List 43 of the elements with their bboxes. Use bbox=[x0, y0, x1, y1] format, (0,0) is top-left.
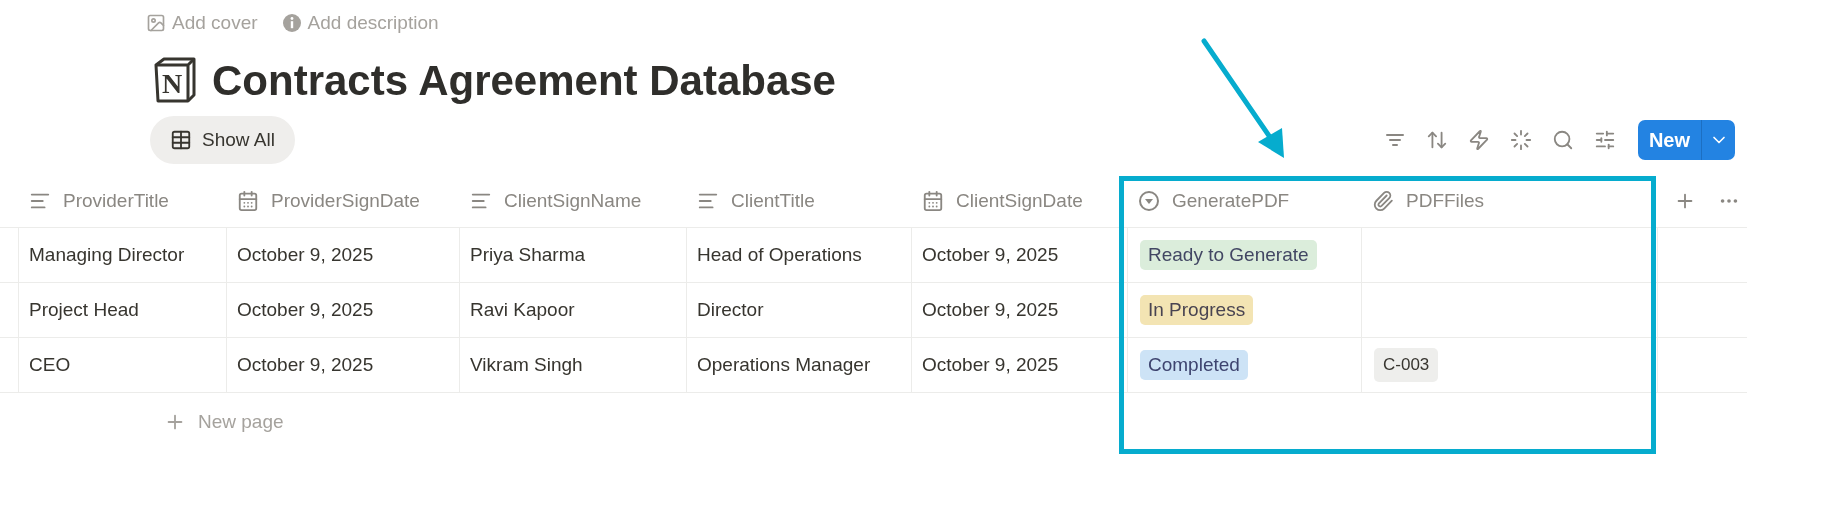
column-header[interactable]: PDFFiles bbox=[1362, 175, 1658, 227]
column-header[interactable]: ProviderTitle bbox=[19, 175, 227, 227]
page-action[interactable]: Add cover bbox=[172, 8, 258, 38]
image-icon bbox=[146, 13, 166, 33]
table-icon bbox=[170, 129, 192, 151]
table-cell-text: Managing Director bbox=[29, 242, 185, 267]
table-cell-text: October 9, 2025 bbox=[237, 297, 374, 322]
table-cell-text: October 9, 2025 bbox=[237, 352, 374, 377]
column-header[interactable]: ClientSignDate bbox=[912, 175, 1128, 227]
table-cell-text: October 9, 2025 bbox=[922, 352, 1059, 377]
table-cell-text: Project Head bbox=[29, 297, 139, 322]
settings-icon[interactable] bbox=[1593, 129, 1616, 151]
lightning-icon[interactable] bbox=[1467, 129, 1490, 151]
calendar-icon bbox=[922, 190, 944, 212]
paperclip-icon bbox=[1372, 190, 1394, 212]
page-title: Contracts Agreement Database bbox=[212, 55, 836, 106]
status-tag: Ready to Generate bbox=[1140, 240, 1317, 270]
status-tag: Completed bbox=[1140, 350, 1248, 380]
new-row-button[interactable]: New page bbox=[198, 407, 284, 437]
column-header[interactable]: GeneratePDF bbox=[1128, 175, 1362, 227]
search-icon[interactable] bbox=[1551, 129, 1574, 151]
table-cell-text: Ravi Kapoor bbox=[470, 297, 575, 322]
column-header[interactable]: ClientTitle bbox=[687, 175, 912, 227]
info-icon bbox=[281, 13, 302, 33]
table-cell-text: October 9, 2025 bbox=[922, 242, 1059, 267]
table-cell-text: Operations Manager bbox=[697, 352, 871, 377]
sort-icon[interactable] bbox=[1425, 129, 1448, 151]
table-cell-text: Vikram Singh bbox=[470, 352, 583, 377]
table-cell-text: Priya Sharma bbox=[470, 242, 586, 267]
column-header[interactable]: ClientSignName bbox=[460, 175, 687, 227]
table-cell-text: October 9, 2025 bbox=[237, 242, 374, 267]
calendar-icon bbox=[237, 190, 259, 212]
view-tab[interactable]: Show All bbox=[150, 116, 295, 164]
table-cell-text: Director bbox=[697, 297, 764, 322]
table-cell-text: October 9, 2025 bbox=[922, 297, 1059, 322]
status-tag: In Progress bbox=[1140, 295, 1254, 325]
page-action[interactable]: Add description bbox=[307, 8, 439, 38]
status-property-icon bbox=[1138, 190, 1160, 212]
file-chip[interactable]: C-003 bbox=[1374, 348, 1439, 382]
table-cell-text: Head of Operations bbox=[697, 242, 862, 267]
column-header[interactable]: ProviderSignDate bbox=[227, 175, 460, 227]
sparkle-icon[interactable] bbox=[1509, 129, 1532, 151]
table-cell-text: CEO bbox=[29, 352, 71, 377]
